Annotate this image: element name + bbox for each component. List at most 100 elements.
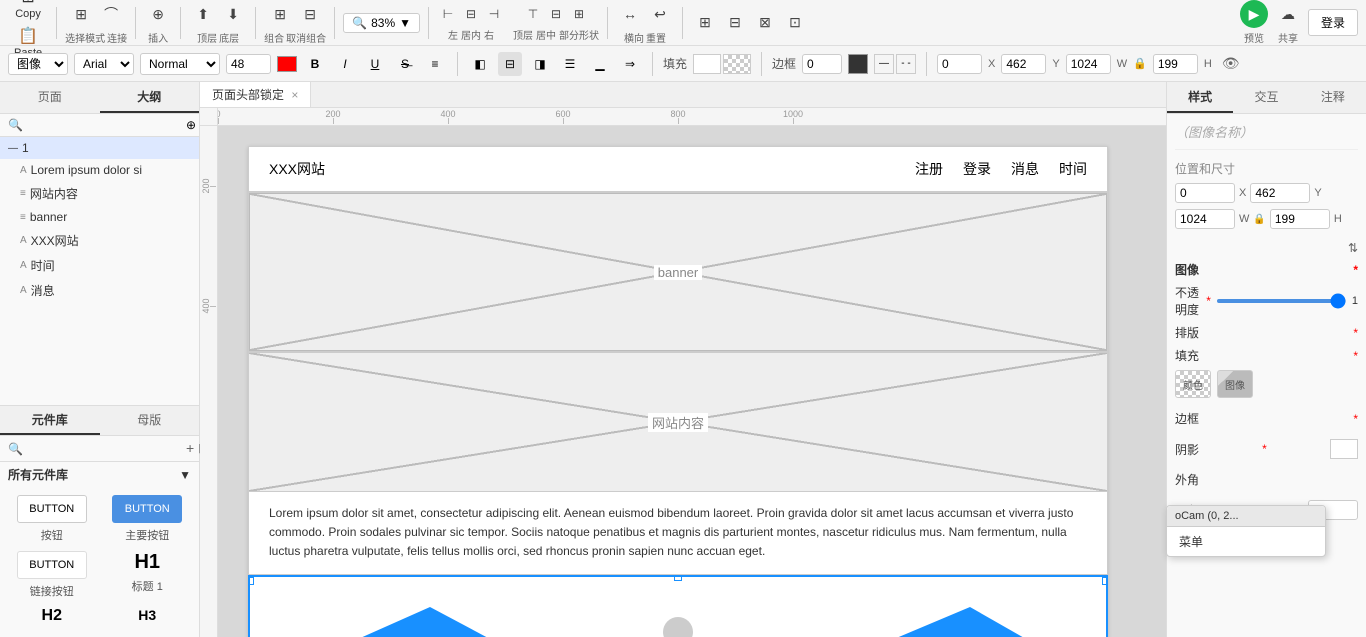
element-type-select[interactable]: 图像 [8,53,68,75]
login-button[interactable]: 登录 [1308,9,1358,36]
tab-outline[interactable]: 大纲 [100,82,200,113]
shadow-color-box[interactable] [1330,439,1358,459]
font-style-select[interactable]: Normal [140,53,220,75]
component-search-input[interactable] [27,442,182,456]
text-color-btn[interactable] [277,56,297,72]
tab-component-lib[interactable]: 元件库 [0,406,100,435]
bold-btn[interactable]: B [303,52,327,76]
border-color-box[interactable] [848,54,868,74]
copy-button[interactable]: ⊞ Copy [8,0,48,22]
canvas-tab-close[interactable]: × [291,88,298,102]
valign-top-btn[interactable]: ⊤ [522,3,544,25]
zoom-control[interactable]: 🔍 83% ▼ [343,13,420,33]
tab-page[interactable]: 页面 [0,82,100,113]
outline-item-xxxsite[interactable]: A XXX网站 [0,228,199,253]
select-mode-icon[interactable]: ⊞ [67,0,95,28]
w-coord-input[interactable] [1066,54,1111,74]
outline-item-webcontent[interactable]: ≡ 网站内容 [0,181,199,206]
align-justify-fmt[interactable]: ☰ [558,52,582,76]
border-value-input[interactable] [802,54,842,74]
visibility-toggle[interactable]: 👁 [1222,55,1240,72]
right-tab-style[interactable]: 样式 [1167,82,1233,113]
bullet-btn[interactable]: ≡ [423,52,447,76]
extra-align-4[interactable]: ⊡ [781,9,809,37]
chart-section[interactable]: 1 [248,575,1108,637]
align-bottom-fmt[interactable]: ▁ [588,52,612,76]
opacity-slider[interactable] [1217,299,1346,303]
add-comp-icon[interactable]: + [186,440,194,457]
ocam-title: oCam (0, 2... [1167,506,1325,527]
y-coord-input[interactable] [1001,54,1046,74]
horizontal-btn[interactable]: ↔ [616,0,644,28]
ocam-menu-item[interactable]: 菜单 [1167,527,1325,556]
pos-h-input[interactable] [1270,209,1330,229]
bottom-layer-icon[interactable]: ⬇ [219,0,247,28]
group-icon[interactable]: ⊞ [266,0,294,28]
align-right-fmt[interactable]: ◨ [528,52,552,76]
sort-icon[interactable]: ⇅ [1348,241,1358,255]
right-tab-note[interactable]: 注释 [1300,82,1366,113]
fill-image-swatch[interactable]: 图像 [1217,370,1253,398]
outline-item-msg[interactable]: A 消息 [0,278,199,303]
outline-item-1[interactable]: — 1 [0,137,199,159]
strikethrough-btn[interactable]: S̶ [393,52,417,76]
align-center-fmt[interactable]: ⊟ [498,52,522,76]
font-size-input[interactable] [226,54,271,74]
top-layer-icon[interactable]: ⬆ [189,0,217,28]
align-right-btn[interactable]: ⊣ [483,3,505,25]
partial-shape-btn[interactable]: ⊞ [568,3,590,25]
outline-item-banner[interactable]: ≡ banner [0,206,199,228]
comp-h1[interactable]: H1 标题 1 [104,551,192,599]
comp-link-button[interactable]: BUTTON 链接按钮 [8,551,96,599]
insert-icon[interactable]: ⊕ [144,0,172,28]
canvas-tab-header[interactable]: 页面头部锁定 × [200,82,311,107]
font-family-select[interactable]: Arial [74,53,134,75]
handle-mr[interactable] [1102,577,1108,585]
extra-align-1[interactable]: ⊞ [691,9,719,37]
right-tab-interact[interactable]: 交互 [1233,82,1299,113]
border-style-solid[interactable]: — [874,54,894,74]
handle-tc[interactable] [674,575,682,581]
italic-btn[interactable]: I [333,52,357,76]
canvas-scroll[interactable]: XXX网站 注册 登录 消息 时间 banner [218,126,1166,637]
comp-h3[interactable]: H3 [104,607,192,629]
add-outline-icon[interactable]: ⊕ [186,118,196,132]
ungroup-icon[interactable]: ⊟ [296,0,324,28]
fill-color-box[interactable] [693,54,721,74]
outline-webcontent-icon: ≡ [20,188,26,199]
outline-item-lorem[interactable]: A Lorem ipsum dolor si [0,159,199,181]
expand-icon[interactable]: ▼ [179,468,191,482]
align-center-btn[interactable]: ⊟ [460,3,482,25]
handle-ml[interactable] [248,577,254,585]
component-library-title: 所有元件库 ▼ [0,462,199,487]
pos-w-input[interactable] [1175,209,1235,229]
extra-align-3[interactable]: ⊠ [751,9,779,37]
connect-icon[interactable]: ⌒ [97,0,125,28]
outline-item-time[interactable]: A 时间 [0,253,199,278]
text-direction-fmt[interactable]: ⇒ [618,52,642,76]
component-grid: BUTTON 按钮 BUTTON 主要按钮 BUTTON 链接按钮 H1 标题 … [0,487,199,637]
pos-y-input[interactable] [1250,183,1310,203]
preview-icon[interactable]: ▶ [1240,0,1268,28]
fill-pattern-box[interactable] [723,54,751,74]
copy-paste-group: ⊞ Copy 📋 Paste [8,0,48,61]
valign-mid-btn[interactable]: ⊟ [545,3,567,25]
pos-x-input[interactable] [1175,183,1235,203]
fill-swatch-row: 颜色 图像 [1175,370,1358,398]
underline-btn[interactable]: U [363,52,387,76]
align-left-btn[interactable]: ⊢ [437,3,459,25]
outline-search-input[interactable] [27,118,182,132]
lock-size-icon[interactable]: 🔒 [1253,214,1265,225]
x-coord-input[interactable] [937,54,982,74]
comp-button[interactable]: BUTTON 按钮 [8,495,96,543]
align-left-fmt[interactable]: ◧ [468,52,492,76]
fill-color-swatch[interactable]: 颜色 [1175,370,1211,398]
share-icon[interactable]: ☁ [1274,0,1302,28]
h-coord-input[interactable] [1153,54,1198,74]
comp-h2[interactable]: H2 [8,607,96,629]
comp-primary-button[interactable]: BUTTON 主要按钮 [104,495,192,543]
extra-align-2[interactable]: ⊟ [721,9,749,37]
repeat-btn[interactable]: ↩ [646,0,674,28]
tab-master[interactable]: 母版 [100,406,200,435]
border-style-dashed[interactable]: - - [896,54,916,74]
